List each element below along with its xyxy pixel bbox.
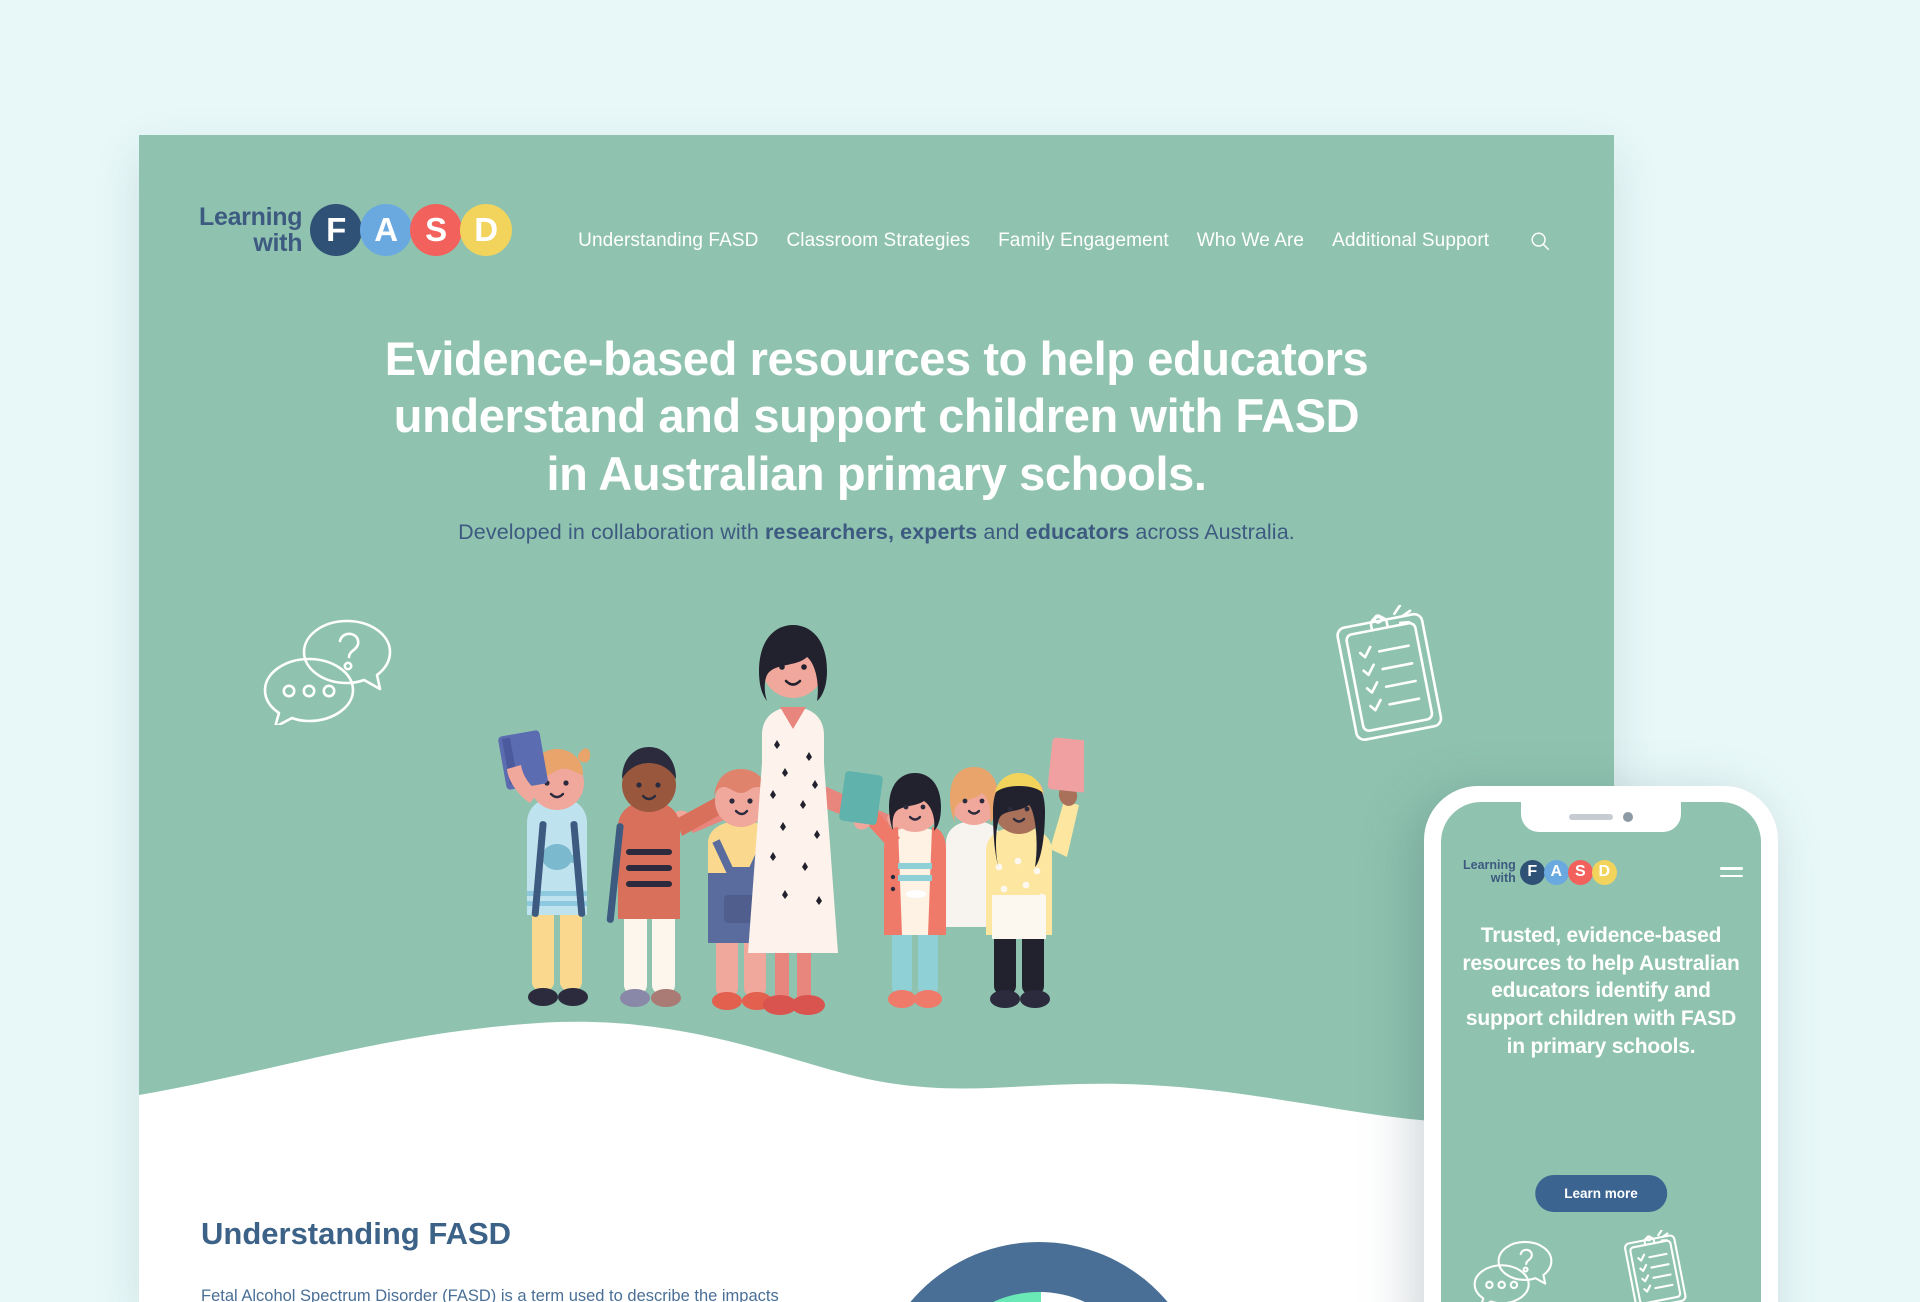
phone-speech-bubbles-icon [1471,1237,1563,1302]
logo-word-learning: Learning [199,202,303,231]
section-body-text: Fetal Alcohol Spectrum Disorder (FASD) i… [201,1283,801,1302]
hero-sub-mid: and [977,520,1026,544]
hero-section: Learning with F A S D Understanding FASD… [139,135,1614,1175]
hero-sub-lead: Developed in collaboration with [458,520,765,544]
learn-more-button[interactable]: Learn more [1535,1175,1667,1212]
section-body-line-1: Fetal Alcohol Spectrum Disorder (FASD) i… [201,1287,779,1302]
phone-logo-dot-d: D [1591,859,1617,885]
logo-dot-d: D [460,204,513,256]
hamburger-bar-2 [1720,874,1743,878]
logo-dot-a: A [360,204,413,256]
hamburger-bar-1 [1720,867,1743,870]
phone-logo-dot-a: A [1543,859,1569,885]
phone-logo-dot-s: S [1567,859,1593,885]
brain-puzzle-graphic [869,1240,1209,1302]
logo-dot-s: S [410,204,463,256]
nav-item-additional-support[interactable]: Additional Support [1332,230,1489,252]
main-navigation: Understanding FASD Classroom Strategies … [578,230,1551,252]
phone-screen: Learning with F A S D Trusted, evidence-… [1441,802,1761,1302]
phone-logo-letter-group: F A S D [1519,859,1617,885]
nav-item-understanding-fasd[interactable]: Understanding FASD [578,230,758,252]
wave-divider [139,1021,1614,1175]
nav-item-who-we-are[interactable]: Who We Are [1197,230,1304,252]
desktop-browser-mockup: Learning with F A S D Understanding FASD… [139,135,1614,1302]
phone-speaker [1569,814,1613,820]
nav-item-classroom-strategies[interactable]: Classroom Strategies [786,230,970,252]
clipboard-checklist-icon [1334,604,1454,750]
section-heading: Understanding FASD [201,1216,512,1251]
nav-item-family-engagement[interactable]: Family Engagement [998,230,1169,252]
phone-logo-wordmark: Learning with [1463,858,1516,886]
phone-site-logo[interactable]: Learning with F A S D [1463,858,1617,886]
understanding-fasd-section: Understanding FASD Fetal Alcohol Spectru… [139,1175,1614,1302]
hamburger-menu-icon[interactable] [1720,867,1743,878]
site-logo[interactable]: Learning with F A S D [199,202,513,257]
hero-sub-bold-researchers: researchers, experts [764,520,978,544]
site-header: Learning with F A S D Understanding FASD… [139,135,1614,285]
phone-clipboard-checklist-icon [1623,1229,1693,1302]
logo-dot-f: F [310,204,363,256]
phone-logo-word-with: with [1490,871,1516,886]
mobile-phone-mockup: Learning with F A S D Trusted, evidence-… [1424,786,1778,1302]
phone-logo-dot-f: F [1519,859,1545,885]
hero-sub-bold-educators: educators [1025,520,1130,544]
logo-wordmark: Learning with [199,202,303,257]
hero-subheadline: Developed in collaboration with research… [347,520,1407,545]
search-icon[interactable] [1529,230,1551,252]
logo-letter-group: F A S D [310,204,513,256]
phone-headline: Trusted, evidence-based resources to hel… [1462,924,1740,1058]
logo-word-with: with [253,229,303,257]
speech-bubbles-icon [259,615,409,730]
phone-notch [1521,802,1681,832]
phone-camera [1623,812,1633,822]
hero-headline: Evidence-based resources to help educato… [384,332,1369,500]
hero-sub-tail: across Australia. [1129,520,1295,544]
phone-header: Learning with F A S D [1463,858,1743,886]
